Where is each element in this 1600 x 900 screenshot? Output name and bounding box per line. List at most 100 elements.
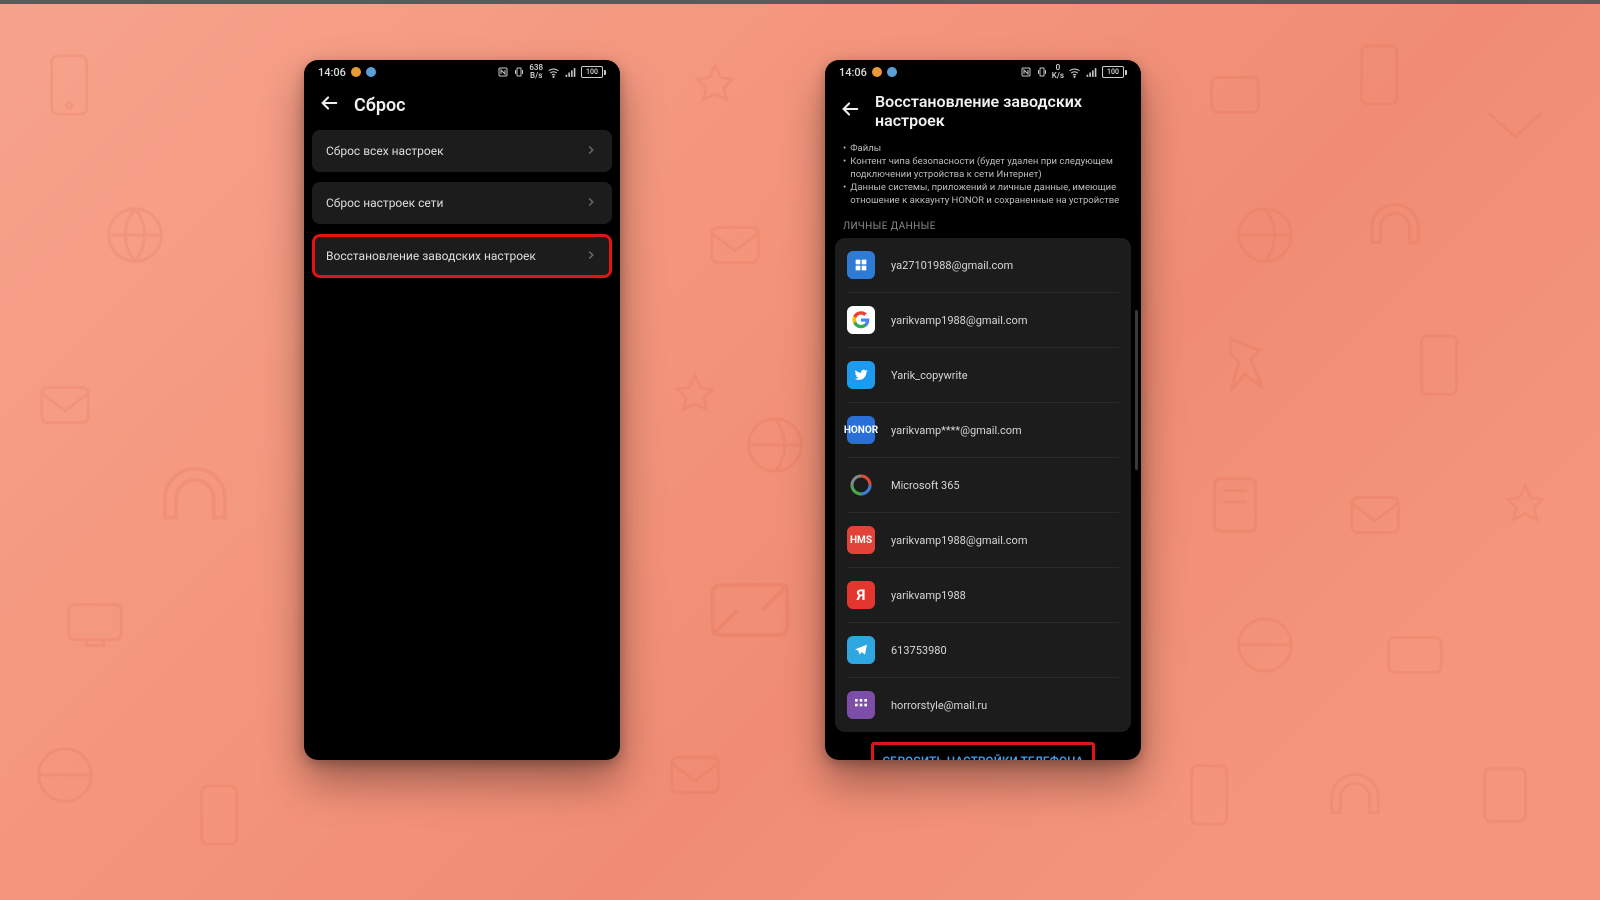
google-icon — [847, 306, 875, 334]
account-row[interactable]: horrorstyle@mail.ru — [847, 678, 1119, 732]
status-bar: 14:06 638B/s 100 — [304, 60, 620, 84]
account-name: horrorstyle@mail.ru — [891, 699, 987, 712]
account-row[interactable]: HONOR yarikvamp****@gmail.com — [847, 403, 1119, 458]
account-row[interactable]: Microsoft 365 — [847, 458, 1119, 513]
twitter-icon — [847, 361, 875, 389]
bullet-text: Контент чипа безопасности (будет удален … — [850, 155, 1123, 181]
decorative-doodle — [700, 210, 770, 280]
reset-phone-button[interactable]: СБРОСИТЬ НАСТРОЙКИ ТЕЛЕФОНА — [871, 742, 1095, 760]
decorative-doodle — [1230, 200, 1300, 270]
decorative-doodle — [60, 590, 130, 660]
status-time: 14:06 — [839, 66, 867, 79]
phone-right: 14:06 0K/s 100 Восстановление заводских … — [825, 60, 1141, 760]
back-button[interactable] — [318, 92, 340, 118]
nfc-icon — [1020, 66, 1032, 78]
section-header-personal-data: ЛИЧНЫЕ ДАННЫЕ — [825, 211, 1141, 238]
decorative-doodle — [1320, 760, 1390, 830]
status-time: 14:06 — [318, 66, 346, 79]
option-reset-network-settings[interactable]: Сброс настроек сети — [312, 182, 612, 224]
decorative-doodle — [190, 780, 260, 850]
status-notification-icon — [887, 67, 897, 77]
reset-button-label: СБРОСИТЬ НАСТРОЙКИ ТЕЛЕФОНА — [882, 754, 1083, 760]
option-label: Сброс всех настроек — [326, 144, 444, 158]
account-name: yarikvamp1988@gmail.com — [891, 314, 1027, 327]
hms-icon: HMS — [847, 526, 875, 554]
decorative-doodle — [1380, 620, 1450, 690]
page-top-stripe — [0, 0, 1600, 4]
decorative-doodle — [40, 50, 110, 120]
decorative-doodle — [1210, 330, 1280, 400]
title-bar: Сброс — [304, 84, 620, 130]
account-name: ya27101988@gmail.com — [891, 259, 1013, 272]
page-title: Сброс — [354, 95, 406, 116]
account-row[interactable]: Я yarikvamp1988 — [847, 568, 1119, 623]
account-name: yarikvamp1988 — [891, 589, 966, 602]
vibrate-icon — [513, 66, 525, 78]
microsoft365-icon — [847, 471, 875, 499]
option-reset-all-settings[interactable]: Сброс всех настроек — [312, 130, 612, 172]
account-row[interactable]: HMS yarikvamp1988@gmail.com — [847, 513, 1119, 568]
android-app-icon — [847, 691, 875, 719]
windows-icon — [847, 251, 875, 279]
decorative-doodle — [660, 740, 730, 810]
accounts-list[interactable]: ya27101988@gmail.com yarikvamp1988@gmail… — [835, 238, 1131, 732]
account-name: yarikvamp1988@gmail.com — [891, 534, 1027, 547]
decorative-doodle — [1470, 760, 1540, 830]
chevron-right-icon — [584, 247, 598, 266]
battery-icon: 100 — [581, 66, 606, 78]
decorative-doodle — [30, 370, 100, 440]
wifi-icon — [547, 66, 560, 79]
status-notification-icon — [872, 67, 882, 77]
status-net-speed: 638B/s — [529, 64, 543, 80]
decorative-doodle — [100, 200, 170, 270]
chevron-right-icon — [584, 142, 598, 161]
account-name: Yarik_copywrite — [891, 369, 968, 382]
account-name: 613753980 — [891, 644, 947, 657]
battery-icon: 100 — [1102, 66, 1127, 78]
account-row[interactable]: 613753980 — [847, 623, 1119, 678]
decorative-doodle — [700, 560, 800, 660]
signal-icon — [564, 66, 577, 79]
signal-icon — [1085, 66, 1098, 79]
decorative-doodle — [1200, 470, 1270, 540]
account-row[interactable]: ya27101988@gmail.com — [847, 238, 1119, 293]
wifi-icon — [1068, 66, 1081, 79]
vibrate-icon — [1036, 66, 1048, 78]
status-notification-icon — [351, 67, 361, 77]
tutorial-page: 14:06 638B/s 100 Сброс Сброс всех настро… — [0, 0, 1600, 900]
nfc-icon — [497, 66, 509, 78]
reset-options-list: Сброс всех настроек Сброс настроек сети … — [304, 130, 620, 278]
decorative-doodle — [1200, 60, 1270, 130]
decorative-doodle — [680, 60, 750, 130]
decorative-doodle — [1340, 480, 1410, 550]
back-button[interactable] — [839, 98, 861, 124]
account-name: Microsoft 365 — [891, 479, 960, 492]
account-row[interactable]: Yarik_copywrite — [847, 348, 1119, 403]
decorative-doodle — [660, 370, 730, 440]
decorative-doodle — [1410, 330, 1480, 400]
account-row[interactable]: yarikvamp1988@gmail.com — [847, 293, 1119, 348]
decorative-doodle — [30, 740, 100, 810]
decorative-doodle — [1230, 610, 1300, 680]
decorative-doodle — [1490, 480, 1560, 550]
decorative-doodle — [740, 410, 810, 480]
decorative-doodle — [1480, 90, 1550, 160]
page-title: Восстановление заводских настроек — [875, 92, 1127, 130]
option-label: Восстановление заводских настроек — [326, 249, 536, 263]
decorative-doodle — [150, 450, 240, 540]
phone-left: 14:06 638B/s 100 Сброс Сброс всех настро… — [304, 60, 620, 760]
chevron-right-icon — [584, 194, 598, 213]
description-text: •Файлы •Контент чипа безопасности (будет… — [825, 142, 1141, 211]
honor-icon: HONOR — [847, 416, 875, 444]
decorative-doodle — [1180, 760, 1250, 830]
status-bar: 14:06 0K/s 100 — [825, 60, 1141, 84]
option-label: Сброс настроек сети — [326, 196, 443, 210]
decorative-doodle — [1360, 190, 1430, 260]
option-factory-reset[interactable]: Восстановление заводских настроек — [312, 234, 612, 278]
telegram-icon — [847, 636, 875, 664]
bullet-text: Файлы — [850, 142, 881, 155]
account-name: yarikvamp****@gmail.com — [891, 424, 1022, 437]
bullet-text: Данные системы, приложений и личные данн… — [850, 181, 1123, 207]
status-net-speed: 0K/s — [1052, 64, 1064, 80]
decorative-doodle — [1350, 40, 1420, 110]
